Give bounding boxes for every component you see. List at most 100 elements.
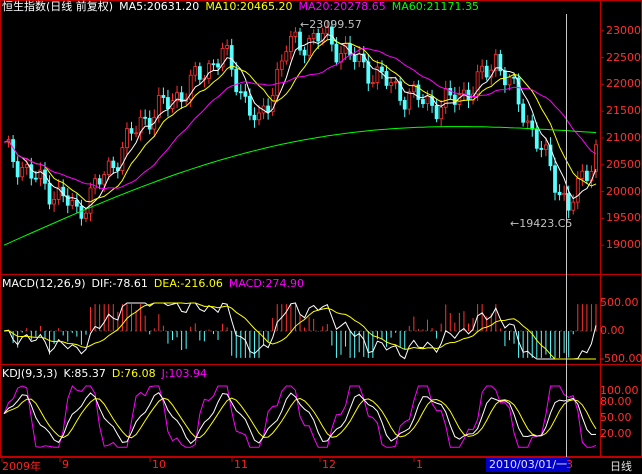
kdj-d: D:76.08: [111, 367, 156, 380]
candle-body: [111, 160, 116, 169]
candle-body: [484, 65, 489, 78]
candle-body: [584, 170, 589, 181]
candle-body: [562, 193, 567, 196]
ma10-value: MA10:20465.20: [205, 0, 293, 13]
ma20-value: MA20:20278.65: [298, 0, 386, 13]
chart-title: 恒生指数(日线 前复权): [2, 0, 114, 13]
candle-body: [147, 117, 152, 130]
time-axis-label: 2009年: [2, 460, 41, 473]
candle-body: [193, 66, 198, 76]
candle-body: [348, 43, 352, 56]
candle-body: [439, 106, 444, 120]
high-value: 23099.57: [309, 18, 362, 31]
candle-body: [288, 35, 293, 53]
candle-body: [575, 178, 580, 203]
candle-body: [521, 103, 526, 123]
kdj-header: KDJ(9,3,3) K:85.37 D:76.08 J:103.94: [2, 367, 213, 381]
price-axis-label: 22500: [606, 50, 641, 64]
price-indicator-header: 恒生指数(日线 前复权) MA5:20631.20 MA10:20465.20 MA2…: [2, 0, 485, 14]
kdj-name: KDJ(9,3,3): [2, 367, 58, 380]
candle-body: [393, 81, 398, 84]
candle-body: [407, 91, 412, 110]
candle-body: [120, 147, 125, 172]
candle-body: [252, 114, 257, 121]
candle-body: [248, 95, 252, 116]
candle-body: [316, 33, 321, 42]
candle-body: [79, 205, 84, 219]
candle-body: [134, 132, 138, 135]
candle-body: [525, 120, 530, 123]
candle-body: [434, 105, 439, 120]
price-axis-label: 23000: [606, 23, 641, 37]
candle-body: [11, 139, 16, 162]
candle-body: [544, 144, 548, 150]
candle-body: [311, 33, 316, 39]
candle-body: [357, 53, 362, 62]
candle-body: [384, 71, 389, 86]
candle-body: [389, 82, 393, 86]
time-axis-label: 12: [322, 458, 336, 471]
candle-body: [129, 128, 134, 134]
candle-body: [161, 95, 166, 98]
high-annotation: ←23099.57: [300, 18, 362, 31]
candle-body: [84, 212, 88, 219]
candle-body: [512, 76, 516, 79]
ma20-line: [3, 47, 597, 190]
candle-body: [125, 128, 129, 149]
candle-body: [106, 160, 111, 175]
candle-body: [33, 177, 38, 180]
candle-body: [243, 91, 248, 97]
candle-body: [566, 193, 571, 211]
candle-body: [539, 147, 544, 150]
ma60-value: MA60:21171.35: [391, 0, 479, 13]
candle-body: [15, 161, 20, 178]
macd-dif: DIF:-78.61: [91, 277, 148, 290]
macd-header: MACD(12,26,9) DIF:-78.61 DEA:-216.06 MACD:2…: [2, 277, 310, 291]
low-annotation: ←19423.C5: [510, 217, 573, 230]
price-axis-label: 20500: [606, 157, 641, 171]
period-tab-daily[interactable]: 日线: [610, 458, 632, 474]
candle-body: [402, 100, 407, 110]
ma5-value: MA5:20631.20: [119, 0, 200, 13]
macd-axis-label: 500.00: [600, 296, 639, 309]
candle-body: [421, 99, 425, 105]
candle-body: [211, 63, 216, 66]
candle-body: [266, 105, 271, 113]
candle-body: [275, 68, 280, 96]
macd-value: MACD:274.90: [228, 277, 304, 290]
candle-body: [24, 164, 29, 168]
kdj-axis-label: 50.00: [600, 411, 632, 424]
stock-chart-window: 恒生指数(日线 前复权) MA5:20631.20 MA10:20465.20 MA2…: [0, 0, 642, 474]
time-axis-label: 9: [62, 458, 69, 471]
price-axis-label: 22000: [606, 77, 641, 91]
candle-body: [557, 191, 562, 196]
kdj-axis-label: 80.00: [600, 395, 632, 408]
candle-body: [29, 164, 34, 179]
candle-body: [334, 43, 339, 63]
candle-body: [553, 165, 557, 193]
candle-body: [197, 66, 202, 80]
cursor-date-label: 2010/03/01/一: [486, 458, 571, 472]
candle-body: [88, 187, 93, 214]
candle-body: [234, 68, 239, 93]
candle-body: [534, 128, 539, 149]
ma5-line: [3, 34, 597, 210]
candle-body: [594, 144, 598, 172]
price-axis-label: 19500: [606, 211, 641, 225]
macd-name: MACD(12,26,9): [2, 277, 86, 290]
candle-body: [425, 95, 430, 105]
time-axis-label: 10: [152, 458, 166, 471]
candle-body: [302, 49, 307, 56]
candle-body: [370, 82, 375, 84]
candle-body: [284, 51, 289, 62]
candle-body: [293, 31, 298, 37]
chart-canvas[interactable]: [0, 0, 642, 474]
price-axis-label: 20000: [606, 184, 641, 198]
candle-body: [580, 170, 585, 179]
time-axis-label: 11: [234, 458, 248, 471]
candle-body: [238, 91, 243, 94]
candle-body: [257, 112, 261, 121]
macd-dea: DEA:-216.06: [153, 277, 223, 290]
candle-body: [352, 54, 357, 62]
candle-body: [530, 120, 535, 130]
